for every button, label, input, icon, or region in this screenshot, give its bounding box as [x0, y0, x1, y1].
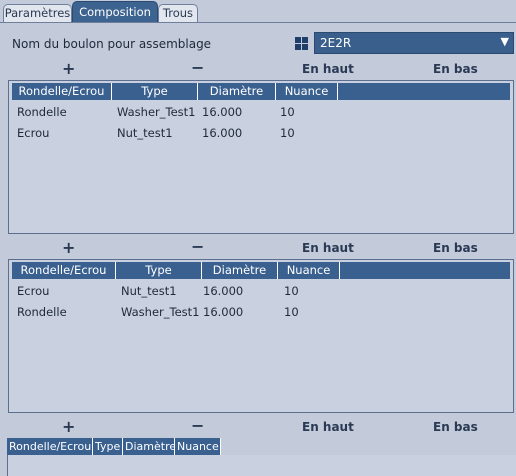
- column-header-nuance[interactable]: Nuance: [278, 262, 340, 279]
- tab-trous[interactable]: Trous: [158, 4, 198, 22]
- move-up-button-3[interactable]: En haut: [302, 420, 354, 434]
- cell-type: Nut_test1: [117, 126, 173, 140]
- cell-type: Washer_Test1: [121, 305, 200, 319]
- tab-parametres[interactable]: Paramètres: [3, 4, 72, 22]
- table-header: Rondelle/Ecrou Type Diamètre Nuance: [12, 262, 510, 279]
- bolt-name-combo[interactable]: 2E2R ▼: [314, 32, 514, 54]
- add-button-1[interactable]: +: [62, 61, 75, 77]
- tab-strip: Paramètres Composition Trous: [0, 0, 516, 23]
- add-button-2[interactable]: +: [62, 240, 75, 256]
- column-header-type[interactable]: Type: [116, 262, 202, 279]
- column-header-type[interactable]: Type: [93, 438, 123, 455]
- column-header-rondelle[interactable]: Rondelle/Ecrou: [12, 83, 112, 100]
- cell-nuance: 10: [284, 305, 299, 319]
- cell-rondelle-ecrou: Rondelle: [17, 305, 67, 319]
- cell-nuance: 10: [280, 105, 295, 119]
- table-header: Rondelle/Ecrou Type Diamètre Nuance: [12, 83, 510, 100]
- cell-diametre: 16.000: [203, 284, 244, 298]
- move-down-button-2[interactable]: En bas: [433, 241, 478, 255]
- cell-diametre: 16.000: [202, 126, 243, 140]
- column-header-nuance[interactable]: Nuance: [276, 83, 338, 100]
- composition-table-1[interactable]: Rondelle/Ecrou Type Diamètre Nuance Rond…: [8, 80, 514, 234]
- cell-rondelle-ecrou: Ecrou: [17, 284, 50, 298]
- cell-diametre: 16.000: [202, 105, 243, 119]
- column-header-rondelle[interactable]: Rondelle/Ecrou: [12, 262, 116, 279]
- chevron-down-icon[interactable]: ▼: [501, 35, 509, 48]
- add-button-3[interactable]: +: [62, 419, 75, 435]
- grid-icon[interactable]: [295, 37, 308, 50]
- move-down-button-1[interactable]: En bas: [433, 62, 478, 76]
- cell-rondelle-ecrou: Rondelle: [17, 105, 67, 119]
- cell-nuance: 10: [280, 126, 295, 140]
- move-up-button-2[interactable]: En haut: [302, 241, 354, 255]
- cell-type: Nut_test1: [121, 284, 177, 298]
- column-header-nuance[interactable]: Nuance: [175, 438, 221, 455]
- cell-type: Washer_Test1: [117, 105, 196, 119]
- column-header-diametre[interactable]: Diamètre: [123, 438, 175, 455]
- remove-button-2[interactable]: −: [191, 239, 204, 255]
- table-header: Rondelle/Ecrou Type Diamètre Nuance: [7, 438, 221, 455]
- move-up-button-1[interactable]: En haut: [302, 62, 354, 76]
- remove-button-1[interactable]: −: [191, 60, 204, 76]
- cell-rondelle-ecrou: Ecrou: [17, 126, 50, 140]
- tab-composition[interactable]: Composition: [72, 1, 158, 23]
- remove-button-3[interactable]: −: [191, 418, 204, 434]
- cell-nuance: 10: [284, 284, 299, 298]
- column-header-type[interactable]: Type: [112, 83, 198, 100]
- tab-divider: [0, 22, 516, 23]
- column-header-diametre[interactable]: Diamètre: [198, 83, 276, 100]
- composition-table-2[interactable]: Rondelle/Ecrou Type Diamètre Nuance Ecro…: [8, 259, 514, 413]
- bolt-name-label: Nom du boulon pour assemblage: [12, 37, 212, 51]
- column-header-diametre[interactable]: Diamètre: [202, 262, 278, 279]
- column-header-rondelle[interactable]: Rondelle/Ecrou: [7, 438, 93, 455]
- move-down-button-3[interactable]: En bas: [433, 420, 478, 434]
- composition-table-3[interactable]: [7, 455, 516, 476]
- cell-diametre: 16.000: [203, 305, 244, 319]
- bolt-name-value: 2E2R: [320, 36, 352, 50]
